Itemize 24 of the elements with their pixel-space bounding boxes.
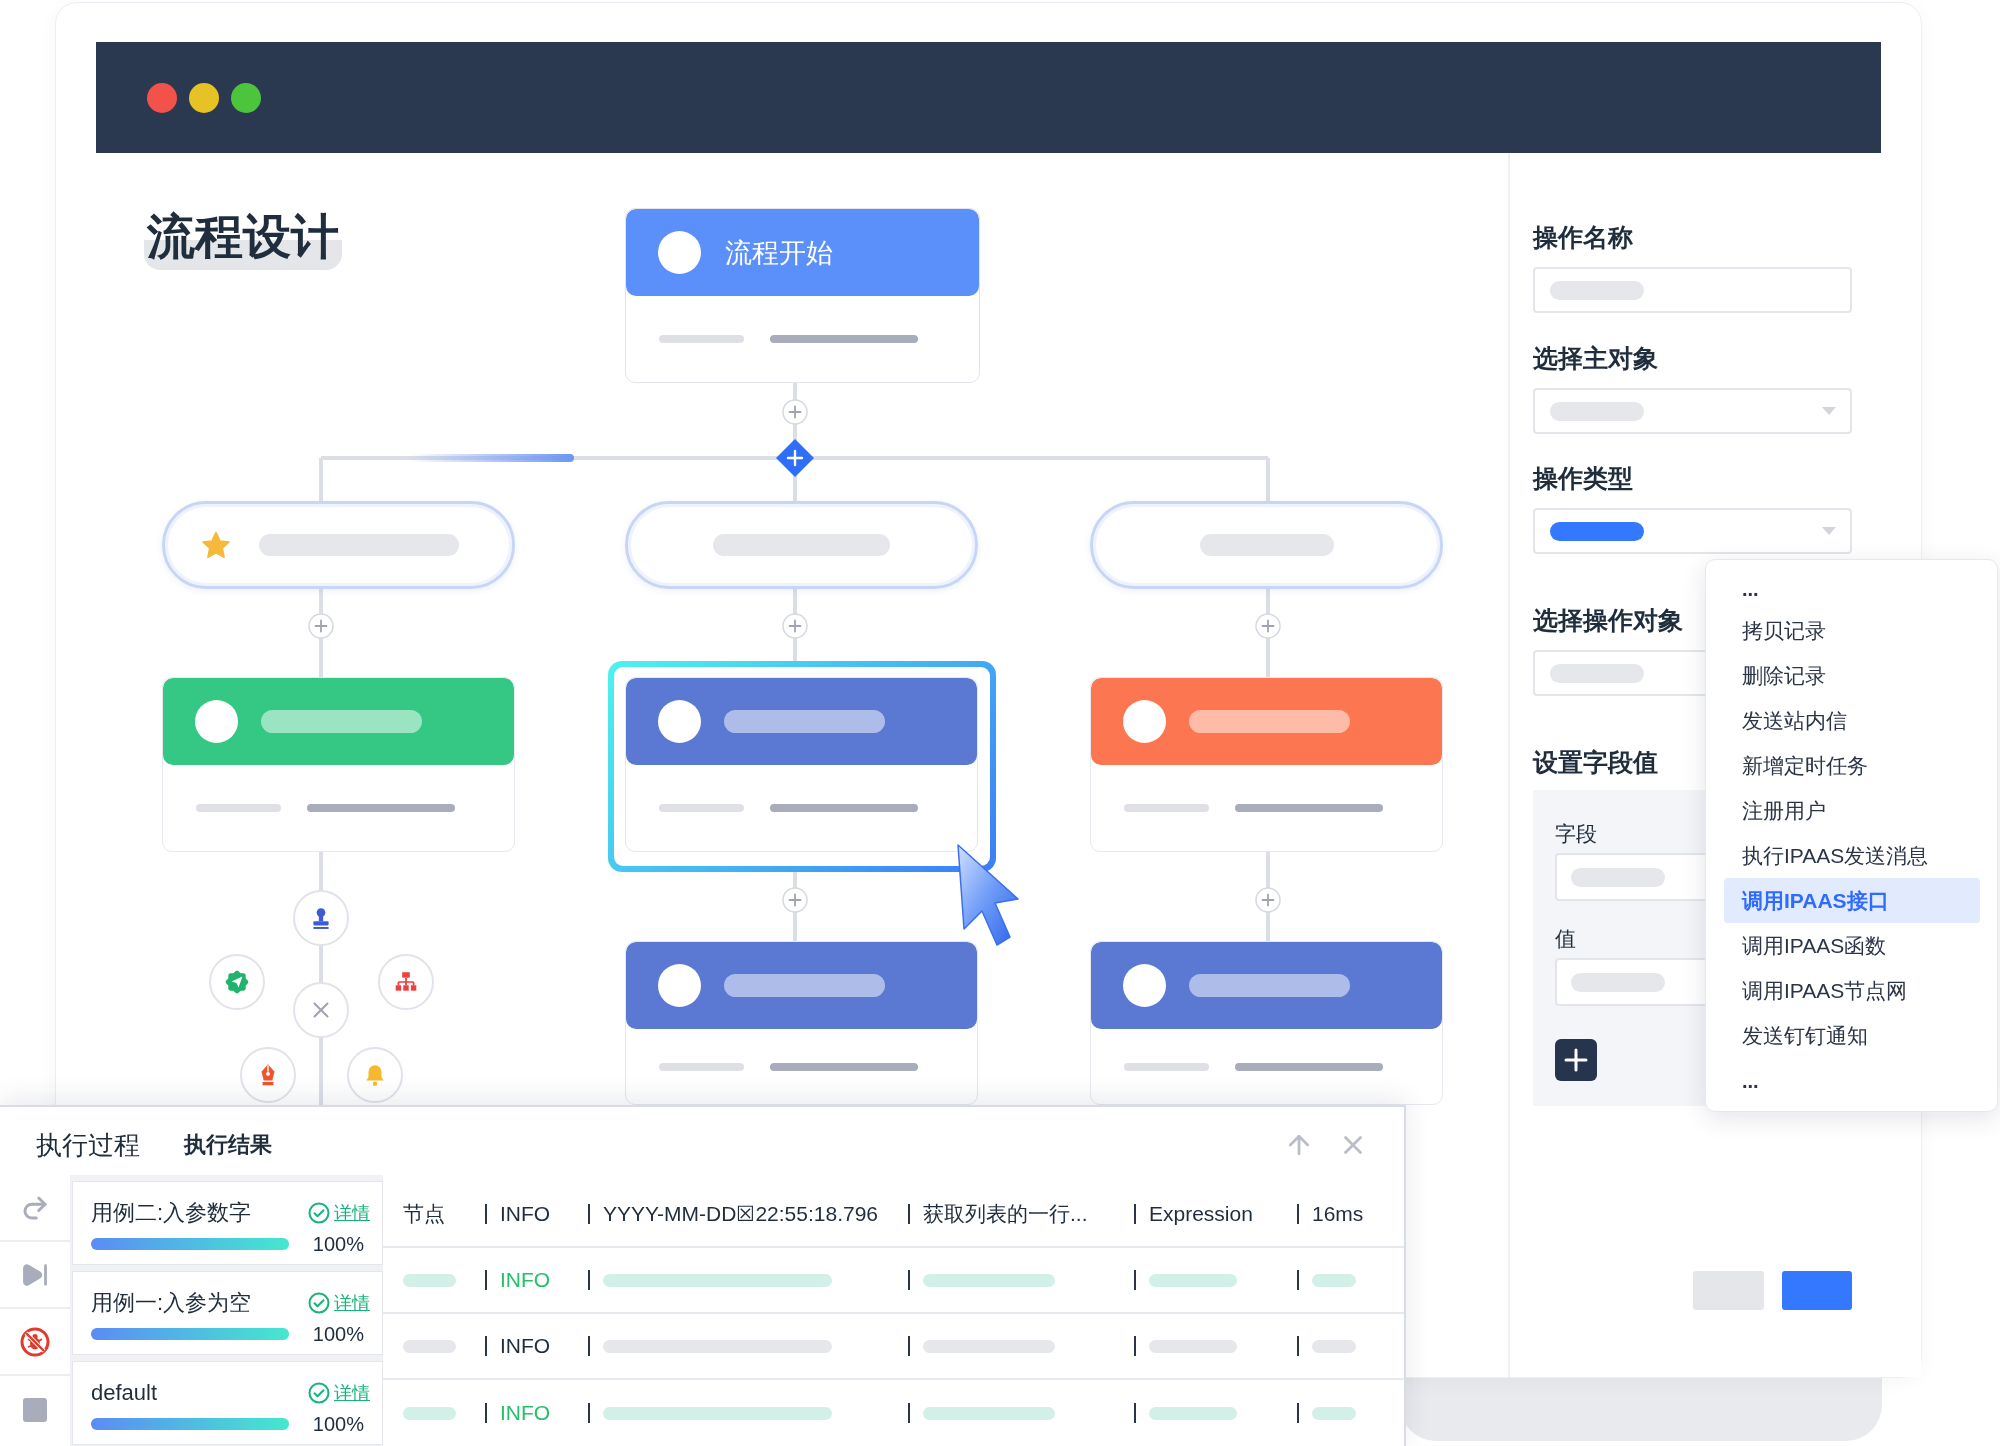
log-cell-text: INFO bbox=[500, 1201, 551, 1227]
field-label: 操作类型 bbox=[1533, 463, 1633, 493]
log-level: INFO bbox=[500, 1333, 551, 1359]
section-title: 设置字段值 bbox=[1533, 747, 1658, 777]
progress-value: 100% bbox=[312, 1232, 365, 1257]
field-label: 选择操作对象 bbox=[1533, 605, 1683, 635]
case-title: 用例二:入参数字 bbox=[91, 1199, 252, 1227]
case-title: default bbox=[91, 1379, 158, 1407]
node-title: 流程开始 bbox=[725, 236, 833, 270]
log-cell-text: 16ms bbox=[1312, 1201, 1364, 1227]
field-label: 操作名称 bbox=[1533, 222, 1633, 252]
log-cell-text: YYYY-MM-DD☒22:55:18.796 bbox=[603, 1201, 879, 1227]
field-label: 值 bbox=[1555, 926, 1576, 952]
log-cell-text: 节点 bbox=[403, 1201, 445, 1227]
progress-value: 100% bbox=[312, 1322, 365, 1347]
log-level: INFO bbox=[500, 1400, 551, 1426]
progress-value: 100% bbox=[312, 1412, 365, 1437]
log-cell-text: Expression bbox=[1149, 1201, 1253, 1227]
log-cell-text: 获取列表的一行... bbox=[923, 1201, 1088, 1227]
page-title: 流程设计 bbox=[144, 208, 342, 270]
log-level: INFO bbox=[500, 1267, 551, 1293]
field-label: 选择主对象 bbox=[1533, 343, 1658, 373]
field-label: 字段 bbox=[1555, 821, 1597, 847]
case-title: 用例一:入参为空 bbox=[91, 1289, 252, 1317]
